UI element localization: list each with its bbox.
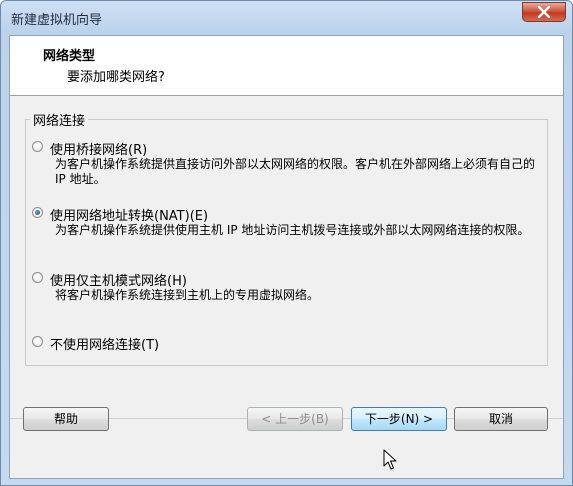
mouse-pointer-icon <box>383 449 397 470</box>
option-no-network-label[interactable]: 不使用网络连接(T) <box>50 334 159 353</box>
title-bar[interactable]: 新建虚拟机向导 <box>1 1 572 35</box>
wizard-header: 网络类型 要添加哪类网络? <box>10 36 563 96</box>
help-button[interactable]: 帮助 <box>23 407 109 431</box>
page-subtitle: 要添加哪类网络? <box>67 70 165 85</box>
option-bridged-description: 为客户机操作系统提供直接访问外部以太网网络的权限。客户机在外部网络上必须有自己的… <box>55 157 536 186</box>
radio-host-only[interactable] <box>32 272 43 283</box>
radio-no-network[interactable] <box>32 336 43 347</box>
cancel-button[interactable]: 取消 <box>454 407 548 431</box>
next-button[interactable]: 下一步(N) > <box>351 407 447 431</box>
radio-nat[interactable] <box>32 207 43 218</box>
group-label: 网络连接 <box>30 110 89 129</box>
option-host-only-description: 将客户机操作系统连接到主机上的专用虚拟网络。 <box>55 288 320 302</box>
option-host-only-label[interactable]: 使用仅主机模式网络(H) <box>50 270 187 289</box>
back-button[interactable]: < 上一步(B) <box>247 407 343 431</box>
option-nat-description: 为客户机操作系统提供使用主机 IP 地址访问主机拨号连接或外部以太网网络连接的权… <box>55 223 530 237</box>
page-title: 网络类型 <box>43 49 96 64</box>
radio-bridged[interactable] <box>32 141 43 152</box>
window-title: 新建虚拟机向导 <box>11 13 103 28</box>
option-nat-label[interactable]: 使用网络地址转换(NAT)(E) <box>50 205 208 224</box>
wizard-window: 新建虚拟机向导 网络类型 要添加哪类网络? 网络连接 使用桥接网络(R) 为客户… <box>0 0 573 486</box>
close-icon <box>537 6 551 18</box>
option-bridged-label[interactable]: 使用桥接网络(R) <box>50 139 147 158</box>
close-button[interactable] <box>522 2 566 22</box>
